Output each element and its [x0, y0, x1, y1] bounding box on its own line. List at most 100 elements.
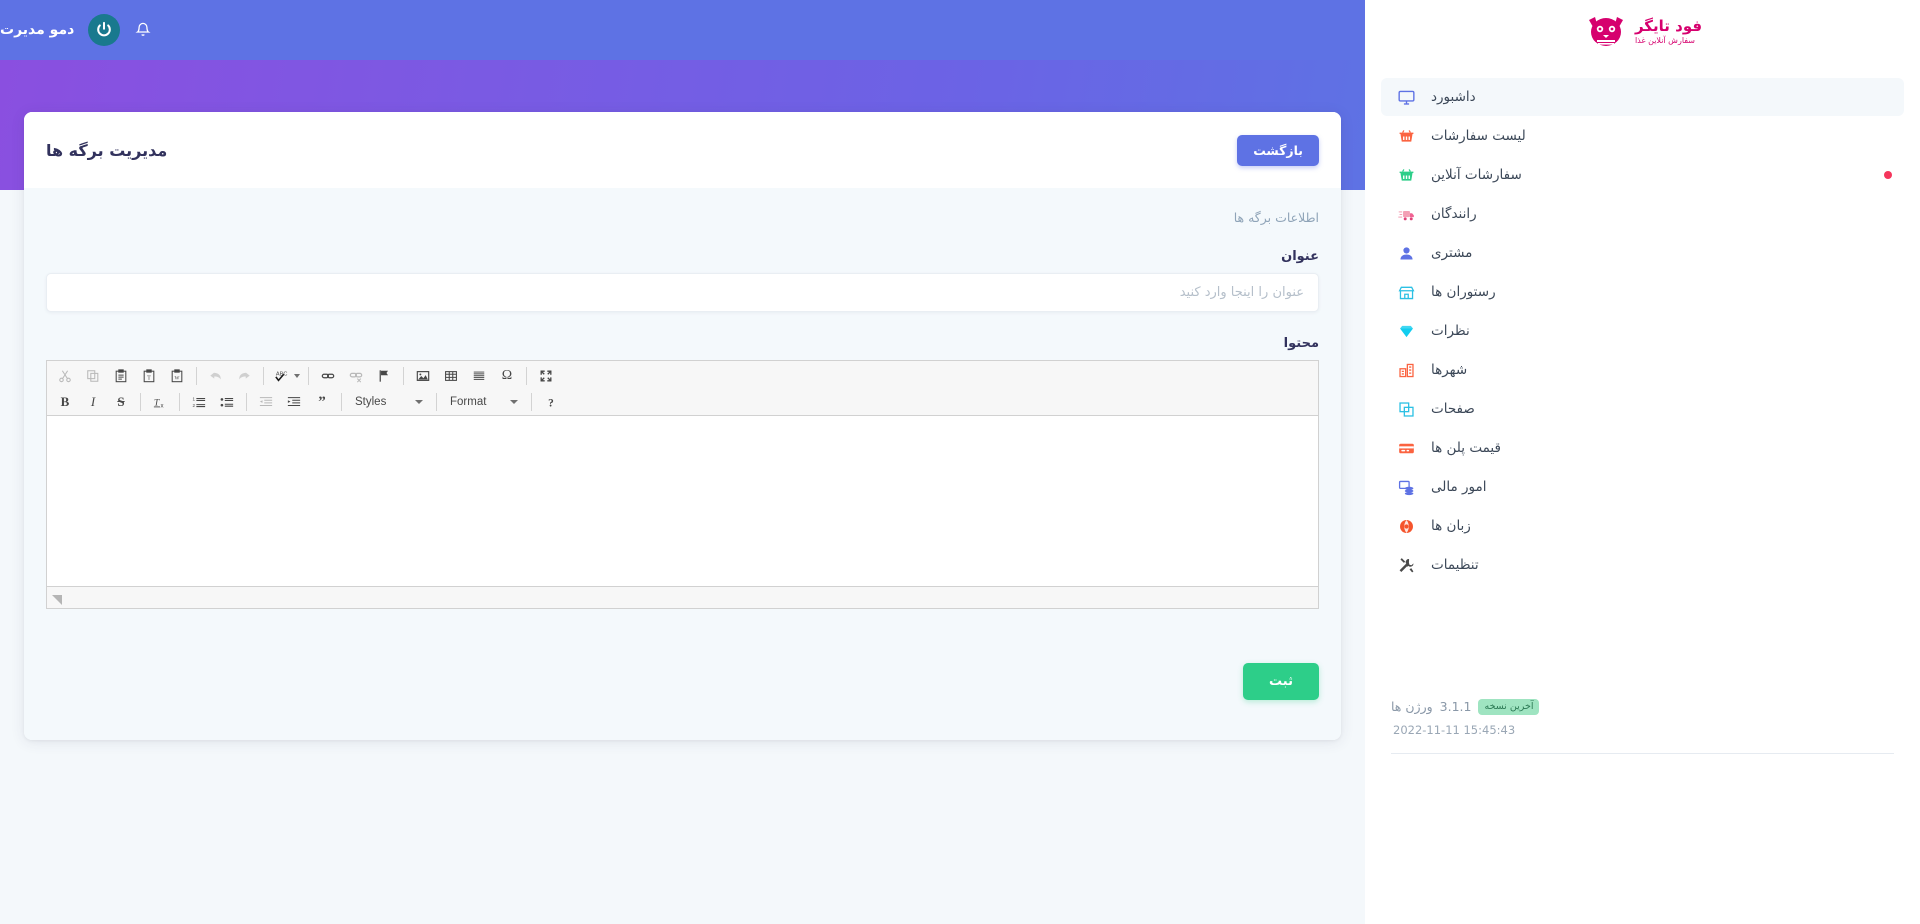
unlink-icon[interactable]	[344, 365, 368, 387]
paste-icon[interactable]	[109, 365, 133, 387]
link-icon[interactable]	[316, 365, 340, 387]
sidebar-item-finance[interactable]: امور مالی	[1381, 468, 1904, 506]
styles-dropdown[interactable]: Styles	[350, 391, 428, 413]
title-form-group: عنوان	[46, 249, 1319, 313]
ckeditor-toolbar-row-1: T W ABC Ω	[47, 363, 1318, 389]
main-content: مدیریت برگه ها بازگشت اطلاعات برگه ها عن…	[0, 60, 1365, 924]
sidebar-item-label: شهرها	[1431, 362, 1468, 378]
sidebar-item-customers[interactable]: مشتری	[1381, 234, 1904, 272]
sidebar-item-label: صفحات	[1431, 401, 1475, 417]
sidebar-item-drivers[interactable]: رانندگان	[1381, 195, 1904, 233]
shop-icon	[1395, 281, 1417, 303]
sidebar-item-reviews[interactable]: نظرات	[1381, 312, 1904, 350]
submit-button[interactable]: ثبت	[1243, 663, 1319, 701]
sidebar-item-restaurants[interactable]: رستوران ها	[1381, 273, 1904, 311]
undo-icon[interactable]	[204, 365, 228, 387]
outdent-icon[interactable]	[254, 391, 278, 413]
toolbar-separator	[179, 393, 180, 412]
toolbar-separator	[246, 393, 247, 412]
special-char-icon[interactable]: Ω	[495, 365, 519, 387]
sidebar-item-cities[interactable]: شهرها	[1381, 351, 1904, 389]
toolbar-separator	[531, 393, 532, 412]
diamond-icon	[1395, 320, 1417, 342]
numbered-list-icon[interactable]: 1 2	[187, 391, 211, 413]
spellcheck-icon[interactable]: ABC	[271, 365, 301, 387]
svg-text:1: 1	[192, 397, 195, 402]
sidebar-item-label: سفارشات آنلاین	[1431, 167, 1522, 183]
sidebar-version-block: ورژن ها 3.1.1 آخرین نسخه 2022-11-11 15:4…	[1365, 698, 1920, 754]
app-root: فود تایگر سفارش آنلاین غذا داشبورد لیست …	[0, 0, 1920, 924]
indent-icon[interactable]	[282, 391, 306, 413]
sidebar-item-languages[interactable]: زبان ها	[1381, 507, 1904, 545]
blockquote-icon[interactable]: ”	[310, 391, 334, 413]
basket-green-icon	[1395, 164, 1417, 186]
sidebar-nav: داشبورد لیست سفارشات سفارشات آنلاین رانن…	[1365, 78, 1920, 584]
latest-version-badge: آخرین نسخه	[1478, 698, 1540, 715]
card-header: مدیریت برگه ها بازگشت	[24, 112, 1341, 189]
copy-icon	[1395, 398, 1417, 420]
monitor-icon	[1395, 86, 1417, 108]
back-button[interactable]: بازگشت	[1237, 134, 1319, 166]
toolbar-separator	[403, 367, 404, 386]
toolbar-separator	[196, 367, 197, 386]
power-icon[interactable]	[88, 14, 121, 46]
brand-logo-area[interactable]: فود تایگر سفارش آنلاین غذا	[1365, 0, 1920, 60]
paste-as-text-icon[interactable]: T	[137, 365, 161, 387]
help-icon[interactable]: ?	[539, 391, 563, 413]
ckeditor-toolbar: T W ABC Ω B I S T x 1 2 ” Styles Format …	[47, 361, 1318, 417]
bold-icon[interactable]: B	[53, 391, 77, 413]
svg-text:W: W	[175, 376, 180, 382]
sidebar-item-label: نظرات	[1431, 323, 1470, 339]
tiger-head-icon	[1583, 15, 1629, 49]
sidebar-item-orders-list[interactable]: لیست سفارشات	[1381, 117, 1904, 155]
toolbar-separator	[436, 393, 437, 412]
sidebar-item-online-orders[interactable]: سفارشات آنلاین	[1381, 156, 1904, 194]
cut-icon[interactable]	[53, 365, 77, 387]
svg-text:?: ?	[548, 398, 554, 410]
toolbar-separator	[341, 393, 342, 412]
ckeditor-content-area[interactable]	[47, 416, 1318, 587]
remove-format-icon[interactable]: T x	[148, 391, 172, 413]
table-icon[interactable]	[439, 365, 463, 387]
anchor-flag-icon[interactable]	[372, 365, 396, 387]
title-field-label: عنوان	[1281, 249, 1319, 265]
top-navbar: دمو مدیرت	[0, 0, 1365, 60]
sidebar-item-settings[interactable]: تنظیمات	[1381, 546, 1904, 584]
card-body: اطلاعات برگه ها عنوان محتوا	[24, 188, 1341, 741]
content-form-group: محتوا T W ABC Ω B I S T x 1 2 ” Styles F…	[46, 336, 1319, 610]
chevron-down-icon	[415, 400, 423, 405]
toolbar-separator	[526, 367, 527, 386]
bulleted-list-icon[interactable]	[215, 391, 239, 413]
italic-icon[interactable]: I	[81, 391, 105, 413]
format-dropdown[interactable]: Format	[445, 391, 523, 413]
sidebar: فود تایگر سفارش آنلاین غذا داشبورد لیست …	[1365, 0, 1920, 924]
sidebar-item-dashboard[interactable]: داشبورد	[1381, 78, 1904, 116]
redo-icon[interactable]	[232, 365, 256, 387]
chevron-down-icon	[510, 400, 518, 405]
sidebar-item-label: مشتری	[1431, 245, 1473, 261]
version-label: ورژن ها	[1391, 699, 1433, 715]
sidebar-item-price-plans[interactable]: قیمت پلن ها	[1381, 429, 1904, 467]
sidebar-item-label: زبان ها	[1431, 518, 1471, 534]
resize-handle[interactable]	[52, 595, 62, 606]
strikethrough-icon[interactable]: S	[109, 391, 133, 413]
ckeditor-footer	[47, 586, 1318, 609]
styles-dropdown-label: Styles	[355, 396, 387, 409]
toolbar-separator	[263, 367, 264, 386]
content-field-label: محتوا	[1283, 336, 1319, 352]
image-icon[interactable]	[411, 365, 435, 387]
online-orders-alert-dot	[1884, 171, 1892, 179]
version-date: 2022-11-11 15:45:43	[1393, 723, 1516, 737]
maximize-icon[interactable]	[534, 365, 558, 387]
toolbar-separator	[308, 367, 309, 386]
card-icon	[1395, 437, 1417, 459]
bell-icon[interactable]	[134, 21, 152, 39]
title-input[interactable]	[46, 273, 1319, 313]
paste-from-word-icon[interactable]: W	[165, 365, 189, 387]
horizontal-rule-icon[interactable]	[467, 365, 491, 387]
copy-icon[interactable]	[81, 365, 105, 387]
sidebar-item-label: داشبورد	[1431, 89, 1476, 105]
ckeditor-toolbar-row-2: B I S T x 1 2 ” Styles Format ?	[47, 389, 1318, 415]
sidebar-item-pages[interactable]: صفحات	[1381, 390, 1904, 428]
truck-icon	[1395, 203, 1417, 225]
